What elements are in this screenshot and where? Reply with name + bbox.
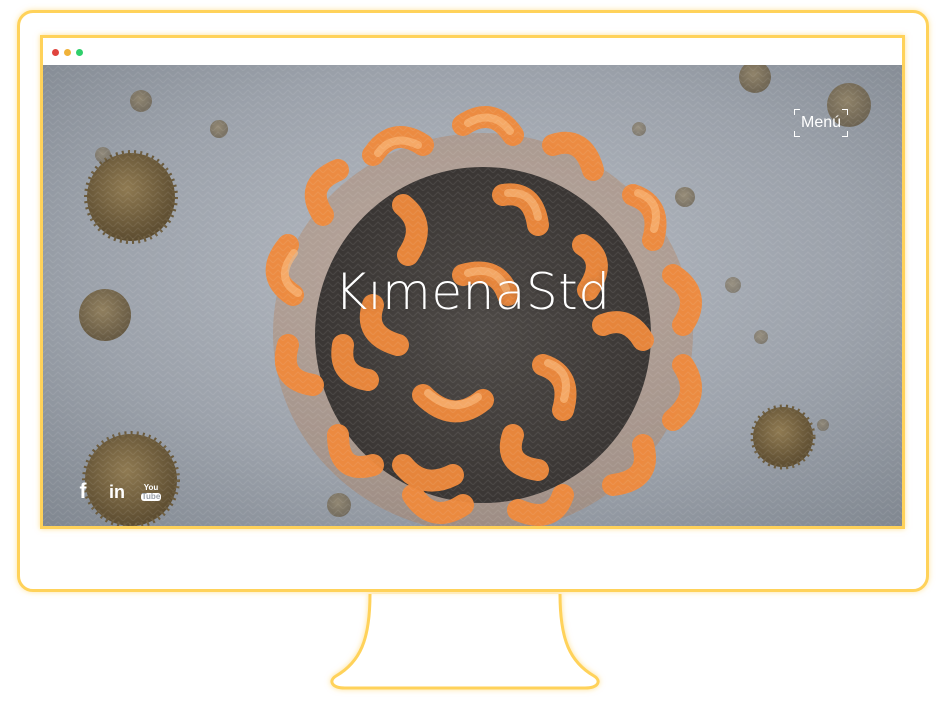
youtube-icon-you: You: [143, 482, 159, 492]
linkedin-icon[interactable]: in: [107, 481, 127, 503]
menu-label: Menú: [800, 114, 842, 131]
hero-section: KımenaStd Menú f in You Tube: [43, 65, 902, 526]
menu-bracket-corner: [842, 109, 848, 115]
facebook-icon[interactable]: f: [73, 480, 93, 503]
close-window-dot[interactable]: [52, 49, 59, 56]
menu-bracket-corner: [794, 131, 800, 137]
minimize-window-dot[interactable]: [64, 49, 71, 56]
maximize-window-dot[interactable]: [76, 49, 83, 56]
menu-bracket-corner: [842, 131, 848, 137]
menu-button[interactable]: Menú: [794, 109, 848, 137]
site-brand-title: KımenaStd: [334, 263, 611, 321]
browser-window: KımenaStd Menú f in You Tube: [40, 35, 905, 529]
browser-title-bar: [43, 38, 902, 65]
social-links: f in You Tube: [73, 480, 162, 503]
youtube-icon-tube: Tube: [140, 491, 162, 501]
menu-bracket-corner: [794, 109, 800, 115]
youtube-icon[interactable]: You Tube: [140, 481, 162, 503]
